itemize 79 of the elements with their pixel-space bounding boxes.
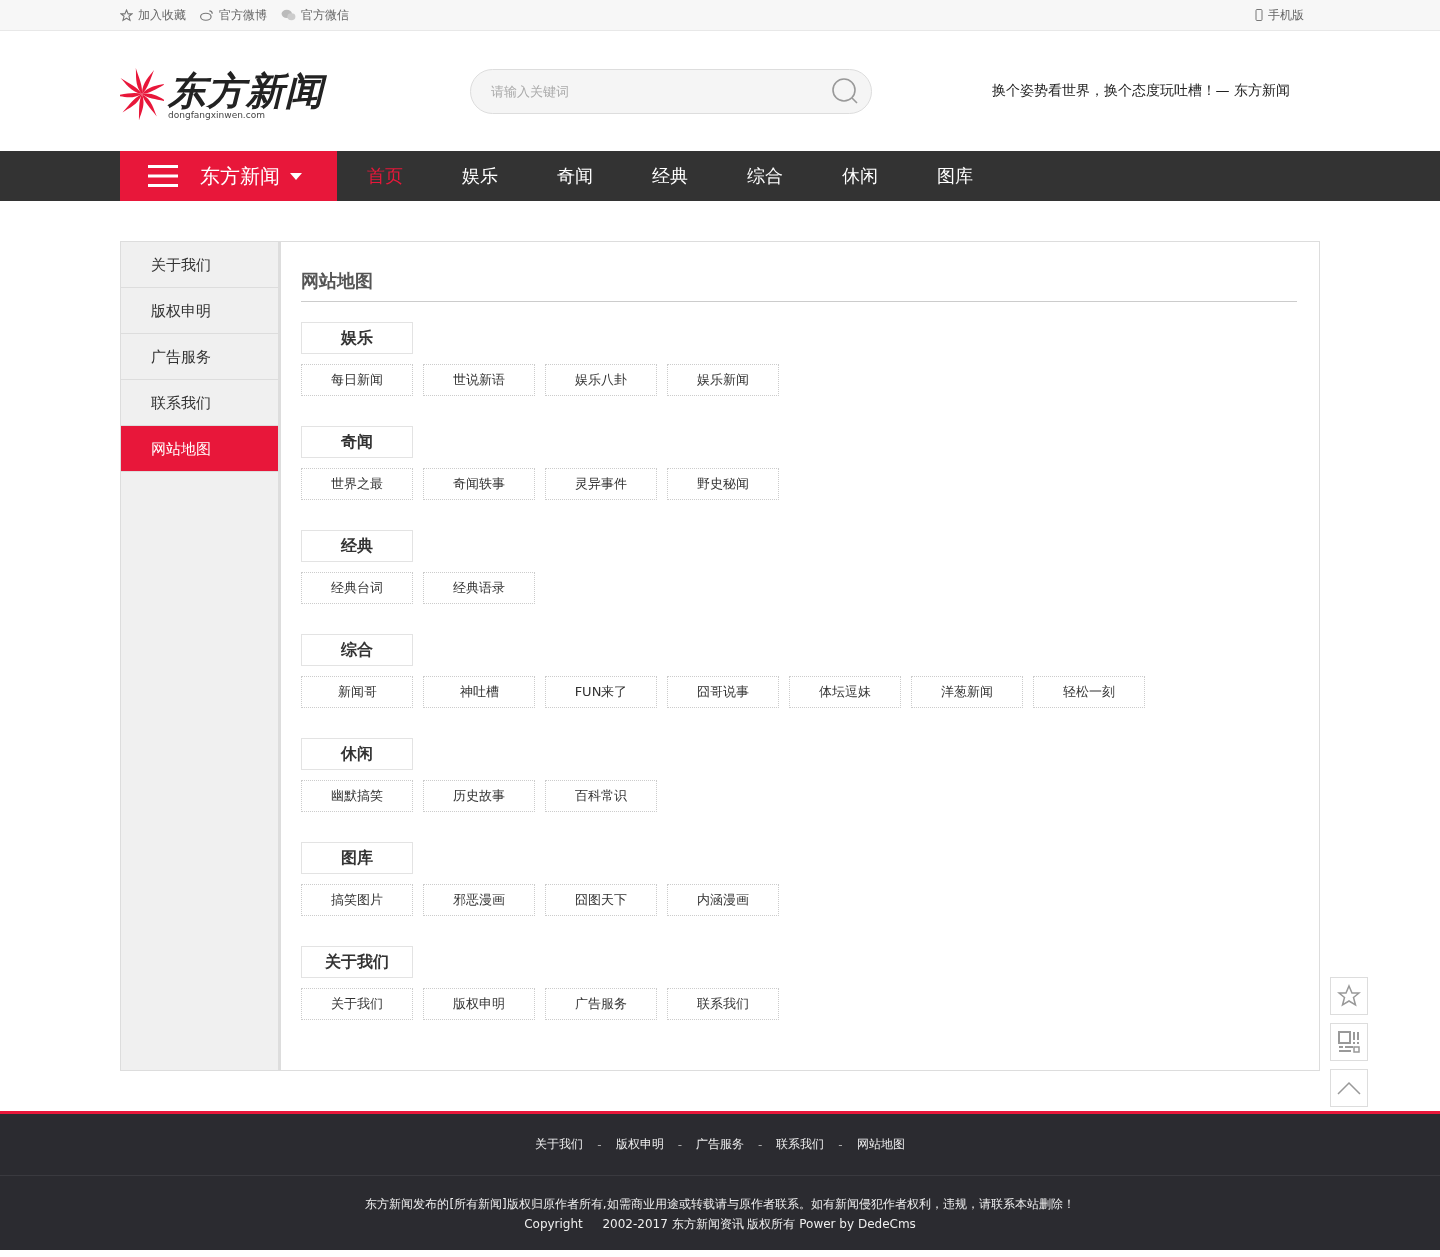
subcategory-link[interactable]: 世界之最 — [301, 468, 413, 500]
subcategory-link[interactable]: 经典台词 — [301, 572, 413, 604]
favorite-button[interactable] — [1330, 977, 1368, 1015]
subcategory-link[interactable]: 世说新语 — [423, 364, 535, 396]
phone-icon — [1255, 9, 1263, 21]
footer-link[interactable]: 网站地图 — [856, 1136, 905, 1153]
search-field[interactable]: 请输入关键词 — [470, 68, 872, 114]
top-link[interactable]: 加入收藏 — [120, 6, 186, 24]
category-heading[interactable]: 综合 — [301, 634, 413, 666]
subcategory-link[interactable]: 版权申明 — [423, 988, 535, 1020]
subcategory-link[interactable]: 灵异事件 — [545, 468, 657, 500]
footer-link[interactable]: 关于我们 — [535, 1136, 584, 1153]
nav-item[interactable]: 休闲 — [812, 151, 907, 201]
subcategory-link[interactable]: 经典语录 — [423, 572, 535, 604]
footer-link[interactable]: 广告服务 — [696, 1136, 744, 1153]
separator: - — [838, 1137, 843, 1152]
nav-item[interactable]: 娱乐 — [432, 151, 527, 201]
subcategory-link[interactable]: 百科常识 — [545, 780, 657, 812]
subcategory-link[interactable]: 洋葱新闻 — [911, 676, 1023, 708]
subcategory-link[interactable]: FUN来了 — [545, 676, 657, 708]
subcategory-link[interactable]: 广告服务 — [545, 988, 657, 1020]
category-heading[interactable]: 奇闻 — [301, 426, 413, 458]
subcategory-link[interactable]: 娱乐八卦 — [545, 364, 657, 396]
qr-code-icon — [1338, 1031, 1360, 1053]
back-to-top-button[interactable] — [1330, 1069, 1368, 1107]
logo[interactable]: 东方新闻 dongfangxinwen.com — [120, 62, 470, 120]
subcategory-link[interactable]: 搞笑图片 — [301, 884, 413, 916]
category-heading[interactable]: 图库 — [301, 842, 413, 874]
nav-item[interactable]: 综合 — [717, 151, 812, 201]
top-link[interactable]: 官方微博 — [200, 6, 267, 24]
subcategory-link[interactable]: 轻松一刻 — [1033, 676, 1145, 708]
subcategory-link[interactable]: 关于我们 — [301, 988, 413, 1020]
separator: - — [758, 1137, 763, 1152]
nav-item[interactable]: 图库 — [907, 151, 1002, 201]
subcategory-link[interactable]: 神吐槽 — [423, 676, 535, 708]
category-menu-button[interactable]: 东方新闻 — [120, 151, 337, 201]
separator: - — [597, 1137, 602, 1152]
category-heading[interactable]: 娱乐 — [301, 322, 413, 354]
sidebar-item[interactable]: 版权申明 — [121, 288, 278, 334]
sidebar-item[interactable]: 关于我们 — [121, 242, 278, 288]
sidebar-item[interactable]: 广告服务 — [121, 334, 278, 380]
search-icon[interactable] — [831, 77, 859, 105]
star-icon — [1337, 984, 1361, 1008]
logo-domain: dongfangxinwen.com — [168, 110, 266, 120]
copyright-notice: 东方新闻发布的[所有新闻]版权归原作者所有,如需商业用途或转载请与原作者联系。如有新闻侵犯作者权利，违规，请联系本站删除！ — [364, 1196, 1076, 1213]
category-heading[interactable]: 经典 — [301, 530, 413, 562]
subcategory-link[interactable]: 幽默搞笑 — [301, 780, 413, 812]
subcategory-link[interactable]: 邪恶漫画 — [423, 884, 535, 916]
subcategory-link[interactable]: 体坛逗妹 — [789, 676, 901, 708]
copyright-text: Copyright 2002-2017 东方新闻资讯 版权所有 Power by DedeCms — [523, 1216, 917, 1233]
caret-icon — [290, 172, 302, 180]
subcategory-link[interactable]: 联系我们 — [667, 988, 779, 1020]
sidebar-item[interactable]: 网站地图 — [121, 426, 278, 472]
menu-icon — [148, 165, 178, 187]
slogan: 换个姿势看世界，换个态度玩吐槽！— 东方新闻 — [991, 82, 1290, 100]
page-title: 网站地图 — [301, 270, 1297, 302]
subcategory-link[interactable]: 野史秘闻 — [667, 468, 779, 500]
nav-item[interactable]: 奇闻 — [527, 151, 622, 201]
subcategory-link[interactable]: 历史故事 — [423, 780, 535, 812]
qr-code-button[interactable] — [1330, 1023, 1368, 1061]
separator: - — [677, 1137, 682, 1152]
category-heading[interactable]: 关于我们 — [301, 946, 413, 978]
chevron-up-icon — [1337, 1081, 1361, 1095]
subcategory-link[interactable]: 新闻哥 — [301, 676, 413, 708]
subcategory-link[interactable]: 内涵漫画 — [667, 884, 779, 916]
star-icon — [120, 8, 133, 22]
subcategory-link[interactable]: 奇闻轶事 — [423, 468, 535, 500]
subcategory-link[interactable]: 娱乐新闻 — [667, 364, 779, 396]
subcategory-link[interactable]: 囧哥说事 — [667, 676, 779, 708]
subcategory-link[interactable]: 囧图天下 — [545, 884, 657, 916]
subcategory-link[interactable]: 每日新闻 — [301, 364, 413, 396]
mobile-link[interactable]: 手机版 — [1255, 6, 1304, 24]
search-input[interactable]: 请输入关键词 — [489, 82, 831, 100]
chat-bubbles-icon — [281, 9, 296, 21]
footer-link[interactable]: 联系我们 — [776, 1136, 825, 1153]
category-heading[interactable]: 休闲 — [301, 738, 413, 770]
nav-item[interactable]: 经典 — [622, 151, 717, 201]
footer-link[interactable]: 版权申明 — [615, 1136, 664, 1153]
top-link[interactable]: 官方微信 — [281, 6, 349, 24]
